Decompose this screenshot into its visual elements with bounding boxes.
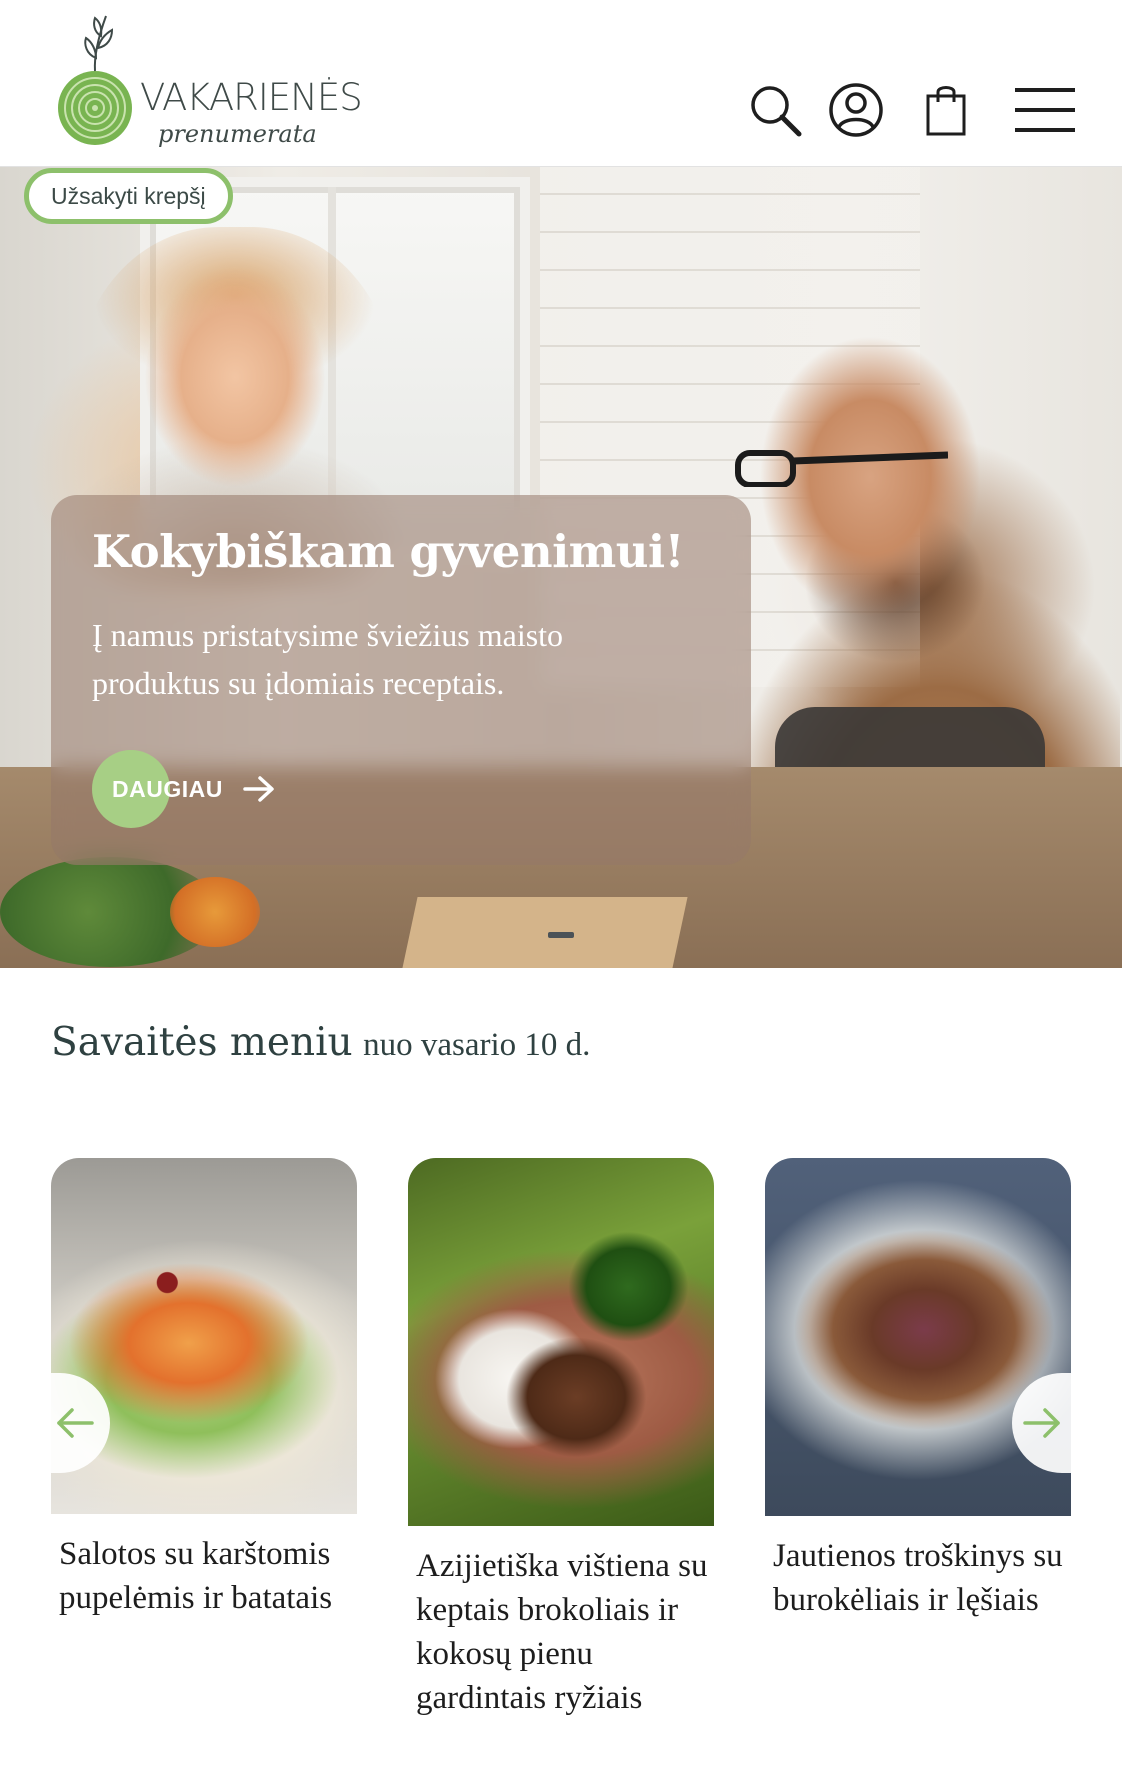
dish-card[interactable]: Azijietiška vištiena su keptais brokolia… bbox=[408, 1158, 714, 1720]
carousel-indicator[interactable] bbox=[548, 932, 574, 938]
hero-text: Į namus pristatysime šviežius maisto pro… bbox=[92, 617, 564, 701]
search-icon bbox=[751, 86, 802, 137]
arrow-right-icon bbox=[1022, 1408, 1060, 1438]
brand-logo[interactable]: VAKARIENĖS prenumerata bbox=[50, 8, 363, 158]
hero-photo-board bbox=[402, 897, 688, 968]
site-header: VAKARIENĖS prenumerata bbox=[0, 0, 1122, 167]
hero-banner: Kokybiškam gyvenimui! Į namus pristatysi… bbox=[0, 167, 1122, 968]
cart-button[interactable] bbox=[916, 80, 976, 140]
hero-photo-glasses bbox=[735, 450, 948, 487]
dish-name: Jautienos troškinys su burokėliais ir lę… bbox=[773, 1538, 1063, 1618]
more-button[interactable]: DAUGIAU bbox=[92, 750, 275, 828]
hamburger-menu-icon bbox=[1015, 88, 1075, 132]
search-button[interactable] bbox=[745, 80, 805, 140]
order-basket-button[interactable]: Užsakyti krepšį bbox=[24, 168, 233, 224]
weekly-menu-title: Savaitės meniu bbox=[51, 1020, 353, 1065]
dish-name: Salotos su karštomis pupelėmis ir batata… bbox=[59, 1536, 333, 1616]
arrow-left-icon bbox=[57, 1408, 94, 1438]
user-icon bbox=[829, 83, 883, 137]
dish-name: Azijietiška vištiena su keptais brokolia… bbox=[416, 1548, 708, 1716]
logo-mark-icon bbox=[58, 15, 132, 145]
dish-image bbox=[51, 1158, 357, 1514]
logo-subtitle: prenumerata bbox=[158, 120, 317, 148]
weekly-menu-date: nuo vasario 10 d. bbox=[363, 1027, 591, 1063]
hero-title: Kokybiškam gyvenimui! bbox=[92, 525, 684, 578]
shopping-bag-icon bbox=[926, 86, 966, 136]
dish-image bbox=[765, 1158, 1071, 1516]
hero-photo-pepper bbox=[170, 877, 260, 947]
hero-card: Kokybiškam gyvenimui! Į namus pristatysi… bbox=[51, 495, 751, 865]
arrow-right-icon bbox=[243, 776, 274, 802]
menu-button[interactable] bbox=[1010, 80, 1080, 140]
account-button[interactable] bbox=[826, 80, 886, 140]
weekly-menu-heading: Savaitės meniu nuo vasario 10 d. bbox=[51, 1020, 590, 1065]
logo-title: VAKARIENĖS bbox=[140, 76, 363, 119]
more-button-label: DAUGIAU bbox=[112, 775, 223, 802]
dish-image bbox=[408, 1158, 714, 1526]
